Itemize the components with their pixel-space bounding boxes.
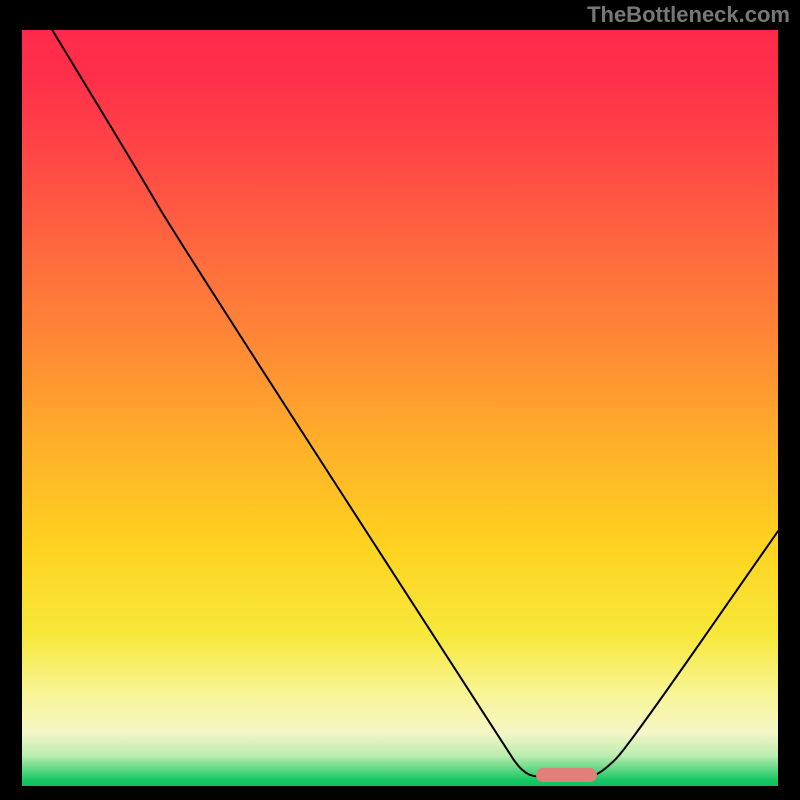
bottleneck-curve: [22, 30, 778, 778]
chart-root: TheBottleneck.com: [0, 0, 800, 800]
plot-area: [22, 30, 778, 778]
optimal-range-marker: [536, 768, 596, 782]
watermark-label: TheBottleneck.com: [587, 2, 790, 28]
